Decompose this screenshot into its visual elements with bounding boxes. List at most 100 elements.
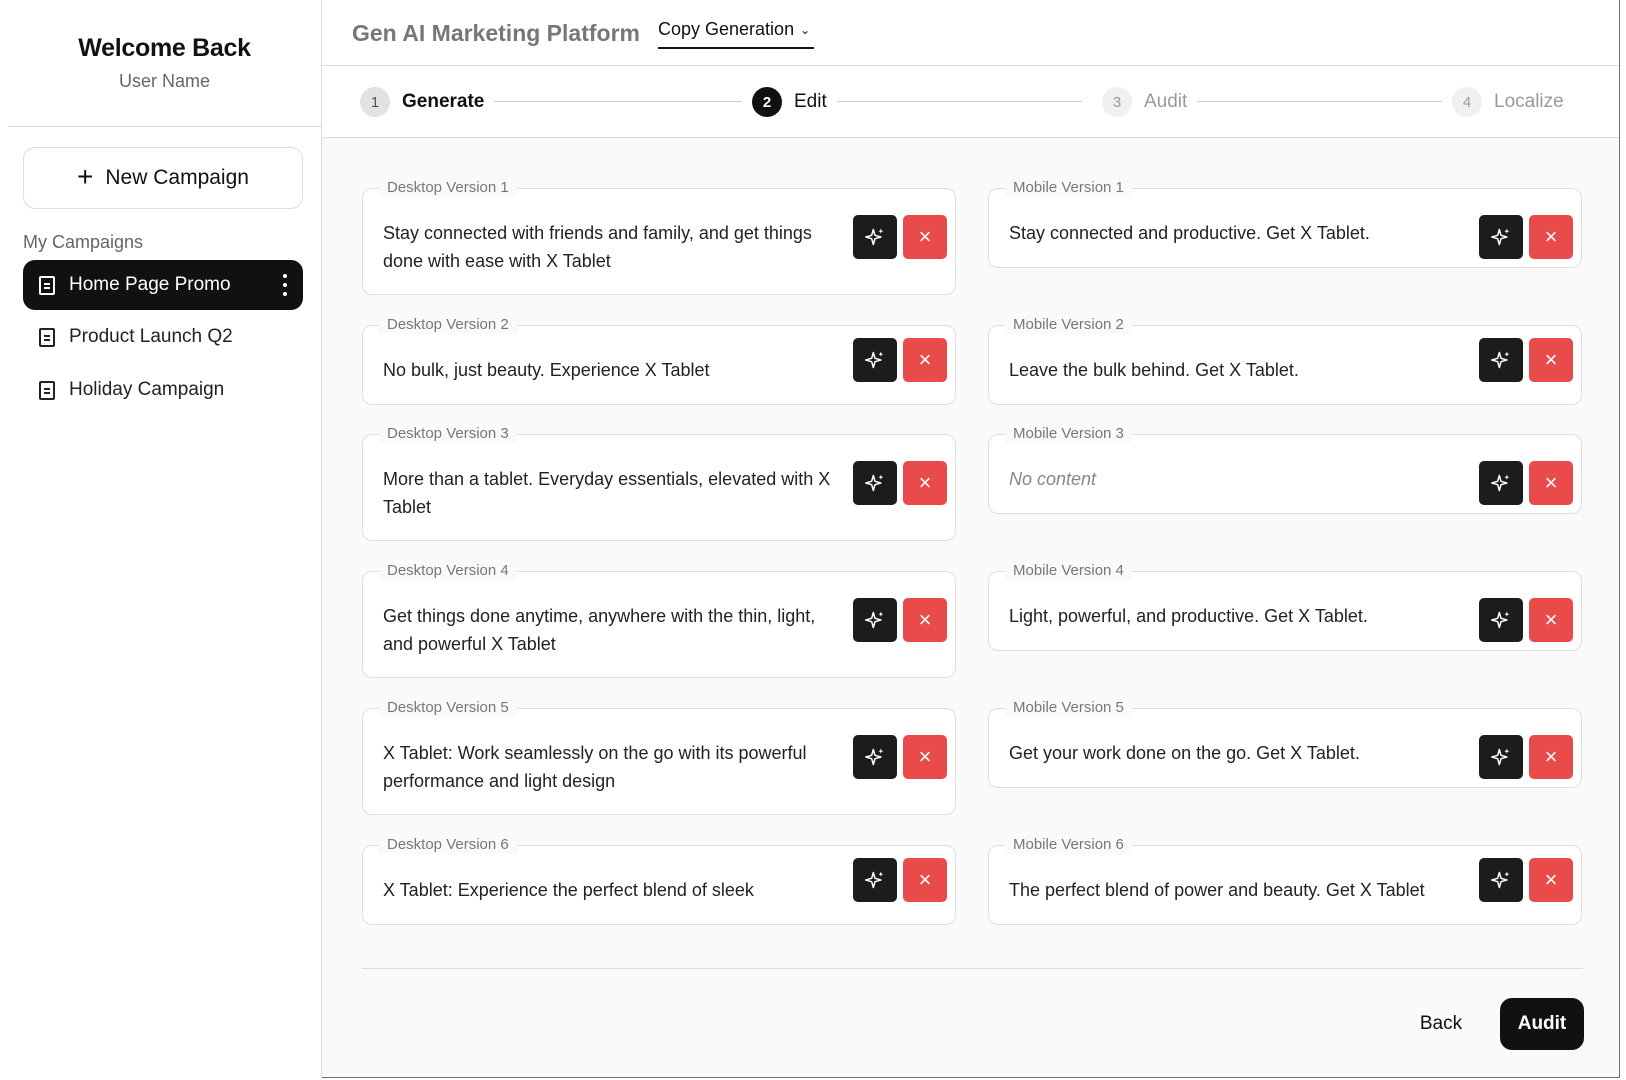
copy-text[interactable]: Stay connected and productive. Get X Tab… (1009, 219, 1473, 247)
card-label: Mobile Version 5 (1005, 699, 1132, 717)
sparkle-icon (1491, 748, 1510, 766)
delete-button[interactable]: × (1529, 461, 1573, 505)
user-name: User Name (118, 71, 211, 91)
delete-button[interactable]: × (1529, 598, 1573, 642)
new-campaign-label: New Campaign (105, 166, 249, 189)
chevron-down-icon: ⌄ (800, 23, 811, 37)
close-icon: × (1544, 867, 1558, 892)
close-icon: × (918, 744, 932, 769)
mobile-version-card: Mobile Version 1 Stay connected and prod… (988, 179, 1582, 268)
close-icon: × (1544, 224, 1558, 249)
delete-button[interactable]: × (1529, 735, 1573, 779)
card-label: Desktop Version 3 (379, 425, 517, 443)
regenerate-button[interactable] (1479, 338, 1523, 382)
card-label: Mobile Version 1 (1005, 179, 1132, 197)
close-icon: × (1544, 470, 1558, 495)
new-campaign-button[interactable]: + New Campaign (23, 147, 303, 209)
delete-button[interactable]: × (903, 858, 947, 902)
copy-text[interactable]: The perfect blend of power and beauty. G… (1009, 876, 1473, 904)
sparkle-icon (1491, 228, 1510, 246)
copy-text[interactable]: Leave the bulk behind. Get X Tablet. (1009, 356, 1473, 384)
mode-dropdown[interactable]: Copy Generation ⌄ (658, 19, 815, 49)
copy-text[interactable]: Stay connected with friends and family, … (383, 219, 847, 275)
close-icon: × (1544, 744, 1558, 769)
welcome-title: Welcome Back (78, 34, 251, 62)
regenerate-button[interactable] (853, 461, 897, 505)
copy-text[interactable]: X Tablet: Experience the perfect blend o… (383, 876, 847, 904)
regenerate-button[interactable] (1479, 598, 1523, 642)
regenerate-button[interactable] (1479, 215, 1523, 259)
step-connector (1162, 101, 1442, 102)
more-vertical-icon[interactable] (283, 274, 287, 296)
regenerate-button[interactable] (853, 735, 897, 779)
copy-text[interactable]: No bulk, just beauty. Experience X Table… (383, 356, 847, 384)
desktop-version-card: Desktop Version 1 Stay connected with fr… (362, 179, 956, 295)
sidebar-header: Welcome Back User Name (8, 0, 321, 127)
delete-button[interactable]: × (903, 735, 947, 779)
sparkle-icon (865, 351, 884, 369)
document-icon (39, 275, 55, 295)
card-label: Mobile Version 6 (1005, 836, 1132, 854)
regenerate-button[interactable] (853, 598, 897, 642)
card-label: Mobile Version 2 (1005, 316, 1132, 334)
sparkle-icon (1491, 611, 1510, 629)
plus-icon: + (77, 160, 94, 192)
delete-button[interactable]: × (1529, 338, 1573, 382)
close-icon: × (918, 607, 932, 632)
app-title: Gen AI Marketing Platform (352, 20, 640, 46)
close-icon: × (918, 224, 932, 249)
delete-button[interactable]: × (903, 461, 947, 505)
close-icon: × (918, 347, 932, 372)
mobile-version-card: Mobile Version 5 Get your work done on t… (988, 699, 1582, 788)
copy-text[interactable]: Get things done anytime, anywhere with t… (383, 602, 847, 658)
campaign-item-product-launch-q2[interactable]: Product Launch Q2 (23, 312, 303, 362)
regenerate-button[interactable] (853, 215, 897, 259)
delete-button[interactable]: × (1529, 215, 1573, 259)
card-label: Desktop Version 5 (379, 699, 517, 717)
card-label: Mobile Version 3 (1005, 425, 1132, 443)
regenerate-button[interactable] (853, 338, 897, 382)
top-bar: Gen AI Marketing Platform Copy Generatio… (322, 0, 1619, 66)
copy-text[interactable]: More than a tablet. Everyday essentials,… (383, 465, 847, 521)
campaign-label: Home Page Promo (69, 274, 231, 295)
regenerate-button[interactable] (1479, 461, 1523, 505)
campaign-label: Product Launch Q2 (69, 326, 233, 347)
mobile-version-card: Mobile Version 6 The perfect blend of po… (988, 836, 1582, 925)
copy-text[interactable]: Get your work done on the go. Get X Tabl… (1009, 739, 1473, 767)
regenerate-button[interactable] (1479, 858, 1523, 902)
step-audit[interactable]: 3 Audit (1092, 85, 1198, 119)
sparkle-icon (1491, 871, 1510, 889)
card-label: Desktop Version 1 (379, 179, 517, 197)
desktop-version-card: Desktop Version 6 X Tablet: Experience t… (362, 836, 956, 925)
step-generate[interactable]: 1 Generate (350, 85, 495, 119)
sparkle-icon (865, 474, 884, 492)
delete-button[interactable]: × (903, 338, 947, 382)
card-label: Desktop Version 6 (379, 836, 517, 854)
card-label: Desktop Version 2 (379, 316, 517, 334)
copy-text[interactable]: X Tablet: Work seamlessly on the go with… (383, 739, 847, 795)
campaign-item-home-page-promo[interactable]: Home Page Promo (23, 260, 303, 310)
step-localize[interactable]: 4 Localize (1442, 85, 1574, 119)
audit-button[interactable]: Audit (1500, 998, 1584, 1050)
sidebar: Welcome Back User Name + New Campaign My… (8, 0, 322, 1078)
desktop-version-card: Desktop Version 4 Get things done anytim… (362, 562, 956, 678)
regenerate-button[interactable] (1479, 735, 1523, 779)
delete-button[interactable]: × (1529, 858, 1573, 902)
campaign-item-holiday-campaign[interactable]: Holiday Campaign (23, 365, 303, 415)
mobile-version-card: Mobile Version 2 Leave the bulk behind. … (988, 316, 1582, 405)
delete-button[interactable]: × (903, 598, 947, 642)
copy-text[interactable]: Light, powerful, and productive. Get X T… (1009, 602, 1473, 630)
sparkle-icon (1491, 474, 1510, 492)
step-number: 4 (1452, 87, 1482, 117)
empty-content-text[interactable]: No content (1009, 465, 1473, 493)
desktop-version-card: Desktop Version 3 More than a tablet. Ev… (362, 425, 956, 541)
step-edit[interactable]: 2 Edit (742, 85, 837, 119)
sparkle-icon (865, 871, 884, 889)
back-button[interactable]: Back (1396, 998, 1486, 1050)
delete-button[interactable]: × (903, 215, 947, 259)
mode-dropdown-label: Copy Generation (658, 19, 795, 39)
step-connector (812, 101, 1082, 102)
regenerate-button[interactable] (853, 858, 897, 902)
footer-divider (362, 968, 1583, 969)
close-icon: × (918, 867, 932, 892)
